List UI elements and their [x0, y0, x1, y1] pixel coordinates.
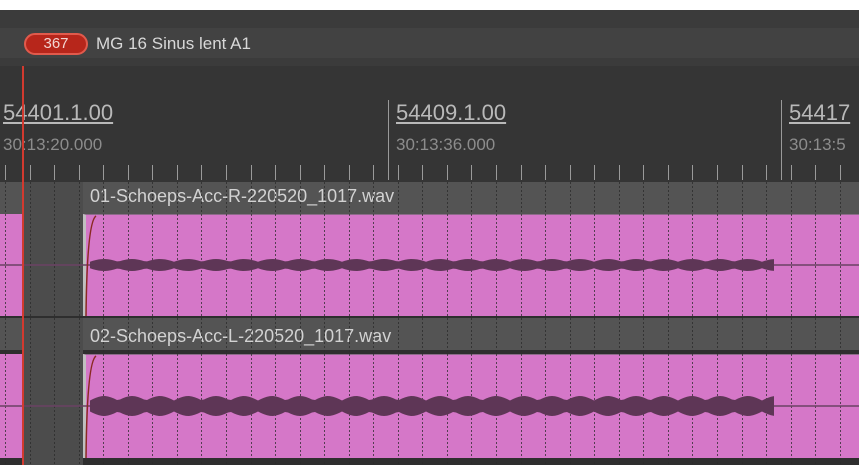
- playhead[interactable]: [22, 66, 24, 465]
- track-1-prev-region[interactable]: [0, 214, 24, 316]
- marker-number-badge[interactable]: 367: [24, 33, 88, 55]
- track-2-gap: [24, 318, 83, 465]
- track-1-region-name[interactable]: 01-Schoeps-Acc-R-220520_1017.wav: [90, 186, 394, 207]
- time-label-1: 30:13:20.000: [3, 135, 103, 154]
- time-label-2: 30:13:36.000: [396, 135, 496, 154]
- track-2-region-name[interactable]: 02-Schoeps-Acc-L-220520_1017.wav: [90, 326, 391, 347]
- time-label-3: 30:13:5: [789, 135, 846, 154]
- bar-line-3: [781, 100, 782, 180]
- bar-label-3: 54417: [789, 100, 851, 125]
- track-2-prev-region[interactable]: [0, 354, 24, 458]
- track-1-gap: [24, 182, 83, 316]
- bar-label-1: 54401.1.00: [3, 100, 114, 125]
- window-top-edge: [0, 0, 859, 10]
- track-2-audio-region[interactable]: [83, 354, 859, 458]
- bar-line-2: [388, 100, 389, 180]
- track-1-audio-region[interactable]: [83, 214, 859, 316]
- marker-name[interactable]: MG 16 Sinus lent A1: [96, 33, 251, 55]
- bar-label-2: 54409.1.00: [396, 100, 507, 125]
